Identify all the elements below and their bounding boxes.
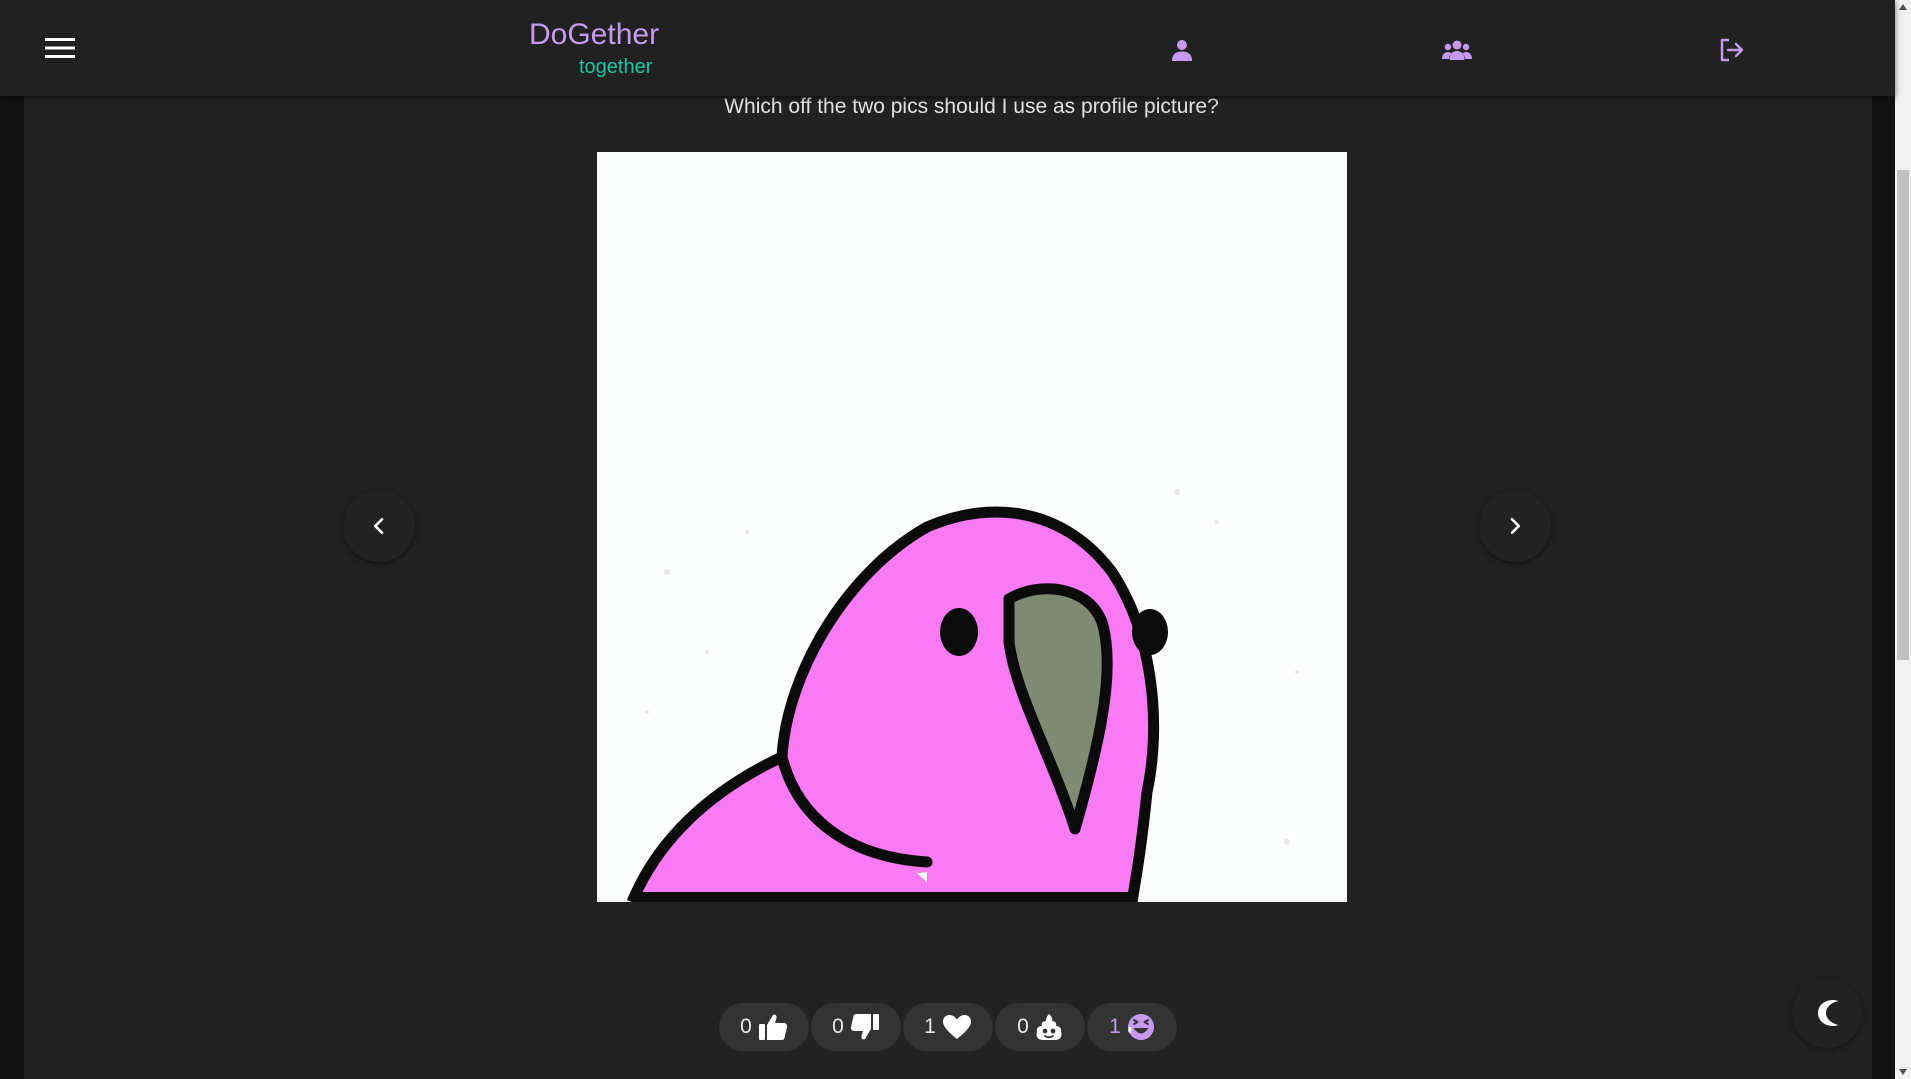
brand-subtitle: together bbox=[579, 56, 653, 78]
hamburger-menu-icon bbox=[45, 38, 75, 58]
dislike-count: 0 bbox=[832, 1015, 844, 1038]
poop-reaction-button[interactable]: 0 bbox=[995, 1003, 1085, 1051]
thumbs-down-icon bbox=[850, 1014, 879, 1040]
menu-button[interactable] bbox=[36, 28, 84, 68]
poop-count: 0 bbox=[1017, 1015, 1029, 1038]
triangle-up-icon bbox=[1899, 4, 1907, 10]
page-scrollbar[interactable] bbox=[1895, 0, 1911, 1079]
like-count: 0 bbox=[740, 1015, 752, 1038]
person-icon bbox=[1172, 40, 1192, 61]
chevron-left-icon bbox=[373, 517, 384, 535]
next-image-button[interactable] bbox=[1479, 490, 1551, 562]
chevron-right-icon bbox=[1510, 517, 1521, 535]
profile-button[interactable] bbox=[1160, 28, 1204, 72]
previous-image-button[interactable] bbox=[343, 490, 415, 562]
laugh-reaction-button[interactable]: 1 bbox=[1087, 1003, 1177, 1051]
groups-button[interactable] bbox=[1435, 28, 1479, 72]
app-bar: DoGether together bbox=[0, 0, 1895, 96]
reaction-bar: 0 0 1 0 1 bbox=[719, 1003, 1177, 1051]
laugh-count: 1 bbox=[1109, 1015, 1121, 1038]
parrot-illustration bbox=[597, 152, 1347, 902]
scroll-thumb[interactable] bbox=[1897, 170, 1909, 660]
thumbs-up-icon bbox=[758, 1014, 787, 1040]
moon-icon bbox=[1818, 1000, 1839, 1026]
brand-logo[interactable]: DoGether together bbox=[529, 18, 679, 82]
page: Which off the two pics should I use as p… bbox=[0, 0, 1911, 1079]
brand-title: DoGether bbox=[529, 18, 660, 51]
logout-button[interactable] bbox=[1710, 28, 1754, 72]
love-count: 1 bbox=[924, 1015, 936, 1038]
scroll-down-arrow[interactable] bbox=[1895, 1065, 1911, 1079]
post-question: Which off the two pics should I use as p… bbox=[724, 95, 1219, 118]
laugh-icon bbox=[1127, 1014, 1154, 1040]
theme-toggle-button[interactable] bbox=[1792, 978, 1862, 1048]
poop-icon bbox=[1036, 1014, 1062, 1040]
triangle-down-icon bbox=[1899, 1069, 1907, 1075]
post-image bbox=[597, 152, 1347, 902]
logout-icon bbox=[1720, 38, 1744, 62]
scroll-up-arrow[interactable] bbox=[1895, 0, 1911, 14]
heart-icon bbox=[942, 1015, 971, 1039]
dislike-reaction-button[interactable]: 0 bbox=[811, 1003, 901, 1051]
love-reaction-button[interactable]: 1 bbox=[903, 1003, 993, 1051]
like-reaction-button[interactable]: 0 bbox=[719, 1003, 809, 1051]
main-content: Which off the two pics should I use as p… bbox=[24, 0, 1872, 1079]
group-icon bbox=[1442, 40, 1472, 60]
